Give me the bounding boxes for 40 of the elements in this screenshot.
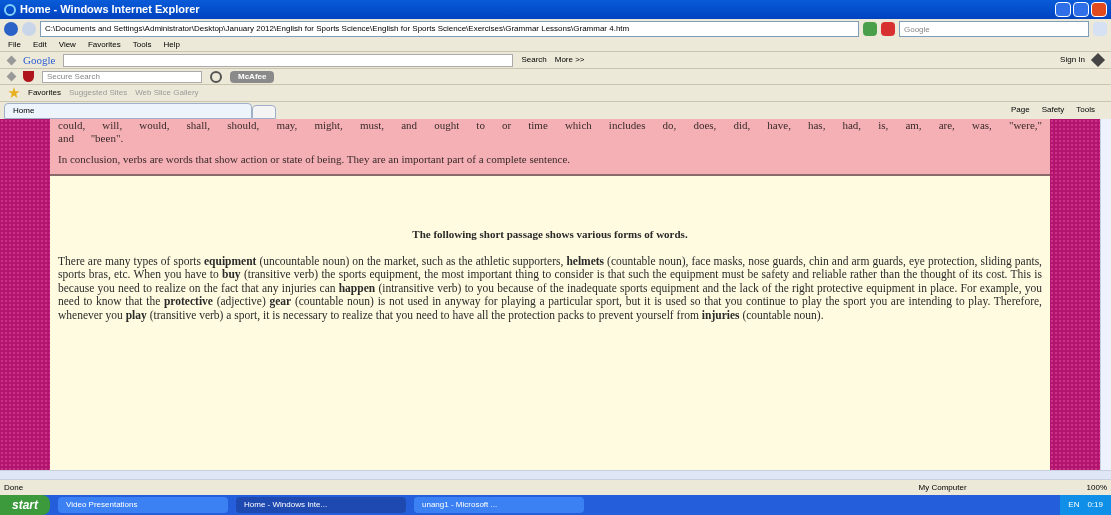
- status-text: Done: [4, 481, 24, 494]
- close-button[interactable]: [1091, 2, 1107, 17]
- secure-search-field[interactable]: Secure Search: [42, 70, 202, 83]
- paragraph: could, will, would, shall, should, may, might, must, and ought to or time which includes do, does, did, have, has, had, is, am, are, was, "were," and "been".: [58, 119, 1042, 145]
- window-title: Home - Windows Internet Explorer: [20, 2, 200, 18]
- minimize-button[interactable]: [1055, 2, 1071, 17]
- address-field[interactable]: C:\Documents and Settings\Administrator\Desktop\January 2012\English for Sports Science\English for Sports Science\Exercises\Grammar Lessons\Grammar 4.htm: [40, 21, 859, 37]
- taskbar-button[interactable]: Video Presentations: [58, 497, 228, 513]
- new-tab-button[interactable]: [252, 105, 276, 119]
- google-logo: Google: [23, 52, 56, 68]
- menu-item[interactable]: File: [8, 39, 21, 51]
- shield-icon: [23, 71, 34, 82]
- favorites-button[interactable]: Favorites: [28, 87, 61, 99]
- command-button[interactable]: Tools: [1076, 104, 1095, 116]
- command-button[interactable]: Safety: [1041, 104, 1065, 116]
- command-button[interactable]: Page: [1010, 104, 1030, 116]
- vertical-scrollbar[interactable]: [1100, 119, 1111, 470]
- start-button[interactable]: start: [0, 495, 50, 515]
- browser-tab[interactable]: Home: [4, 103, 252, 119]
- back-button[interactable]: [4, 22, 18, 36]
- menu-item[interactable]: Favorites: [87, 39, 121, 51]
- taskbar-button[interactable]: unang1 - Microsoft ...: [414, 497, 584, 513]
- menu-item[interactable]: Help: [163, 39, 180, 51]
- google-search-field[interactable]: [63, 53, 514, 67]
- search-field[interactable]: Google: [899, 21, 1089, 37]
- passage-heading: The following short passage shows various forms of words.: [411, 227, 689, 242]
- search-button[interactable]: Search: [521, 54, 547, 66]
- passage-text: There are many types of sports equipment (uncountable noun) on the market, such as the athletic supporters, helmets (countable noun), face masks, nose guards, chin and arm guards, eye protection, sliding pants, sports bras, etc. When you have to buy (transitive verb) the sports equipment, the most important thing to consider is that such the equipment must be safety and reliable rather than the thought of its cost. This is because you need to realize on the fact that any injuries can happen (intransitive verb) to you because of the inadequate sports equipment and the lack of the right protective equipment in place. For example, you need to know that the protective (adjective) gear (countable noun) is not used in anyway for playing a particular sport, but it is used so that you continue to play the sport you are intending to play. Therefore, whenever you play (transitive verb) a sport, it is necessary to realize that you need to have all the protection packs to prevent yourself from injuries (countable noun).: [58, 254, 1042, 322]
- more-button[interactable]: More >>: [554, 54, 585, 66]
- zone-text: My Computer: [918, 481, 968, 494]
- sign-in-link[interactable]: Sign In: [1060, 54, 1085, 66]
- clock-text: 0:19: [1087, 499, 1103, 511]
- menu-item[interactable]: Tools: [132, 39, 152, 51]
- paragraph: In conclusion, verbs are words that show action or state of being. They are an important part of a complete sentence.: [58, 153, 572, 166]
- restore-button[interactable]: [1073, 2, 1089, 17]
- menu-item[interactable]: View: [58, 39, 76, 51]
- taskbar-button[interactable]: Home - Windows Inte...: [236, 497, 406, 513]
- horizontal-scrollbar[interactable]: [0, 470, 1111, 480]
- menu-item[interactable]: Edit: [32, 39, 47, 51]
- zoom-button[interactable]: 100%: [1086, 481, 1107, 494]
